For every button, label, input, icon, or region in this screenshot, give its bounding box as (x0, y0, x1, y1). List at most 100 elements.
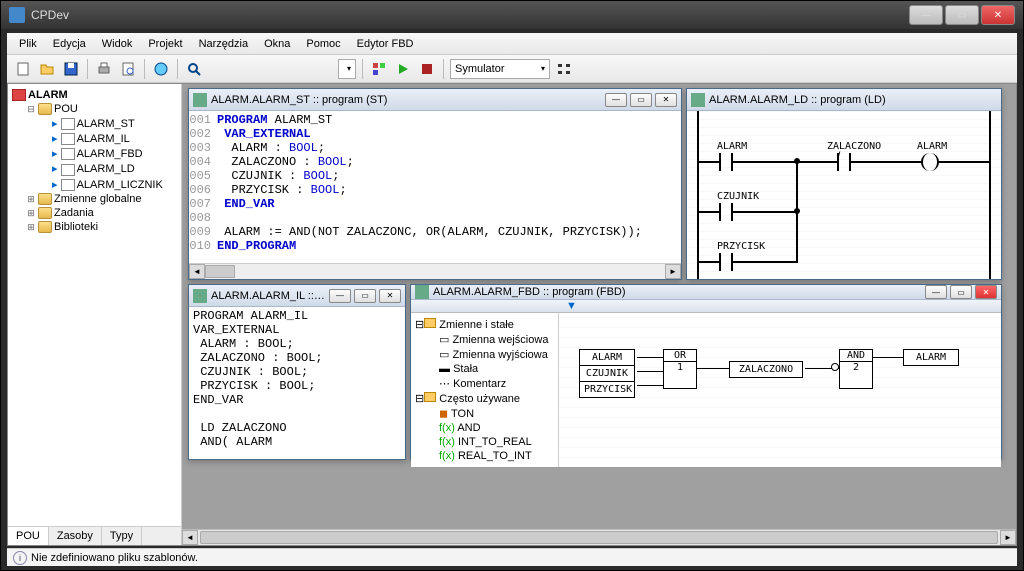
close-icon[interactable]: ✕ (379, 289, 401, 303)
menu-widok[interactable]: Widok (94, 36, 141, 52)
menu-edycja[interactable]: Edycja (45, 36, 94, 52)
fbd-toolbar: ▼ (411, 300, 1001, 313)
folder-icon (38, 103, 52, 115)
minimize-icon[interactable]: — (605, 93, 627, 107)
status-text: Nie zdefiniowano pliku szablonów. (31, 552, 198, 564)
project-icon (12, 89, 26, 101)
minimize-icon[interactable]: — (329, 289, 351, 303)
fbd-var[interactable]: CZUJNIK (579, 365, 635, 382)
window-icon (415, 285, 429, 299)
il-editor[interactable]: PROGRAM ALARM_IL VAR_EXTERNAL ALARM : BO… (189, 307, 405, 459)
doc-icon (61, 133, 75, 145)
expand-icon[interactable]: ⊞ (24, 194, 38, 205)
main-window: CPDev — ▭ ✕ Plik Edycja Widok Projekt Na… (0, 0, 1024, 571)
close-button[interactable]: ✕ (981, 5, 1015, 25)
fbd-var[interactable]: ALARM (903, 349, 959, 366)
menu-pomoc[interactable]: Pomoc (298, 36, 348, 52)
app-icon (9, 7, 25, 23)
new-file-icon[interactable] (12, 58, 34, 80)
tree-item[interactable]: ALARM_LICZNIK (77, 179, 163, 191)
tree-item[interactable]: ALARM_IL (77, 133, 130, 145)
stop-icon[interactable] (416, 58, 438, 80)
fbd-var[interactable]: ALARM (579, 349, 635, 366)
maximize-button[interactable]: ▭ (945, 5, 979, 25)
scroll-thumb[interactable] (200, 531, 998, 544)
tree-root[interactable]: ALARM (28, 89, 68, 101)
run-icon[interactable] (392, 58, 414, 80)
fbd-var[interactable]: ZALACZONO (729, 361, 803, 378)
scroll-right-icon[interactable]: ► (1000, 530, 1016, 545)
tree-item[interactable]: ALARM_FBD (77, 148, 143, 160)
window-title: ALARM.ALARM_IL ::… (211, 290, 326, 302)
print-icon[interactable] (93, 58, 115, 80)
window-il[interactable]: ALARM.ALARM_IL ::… — ▭ ✕ PROGRAM ALARM_I… (188, 284, 406, 460)
fbd-block-or[interactable]: OR 1 (663, 349, 697, 389)
window-ld[interactable]: ALARM.ALARM_LD :: program (LD) ALARM ZAL… (686, 88, 1002, 280)
folder-icon (38, 207, 52, 219)
mdi-scrollbar[interactable]: ◄ ► (182, 529, 1016, 545)
simulator-dropdown[interactable]: Symulator▾ (450, 59, 550, 79)
tree-pou[interactable]: POU (54, 103, 78, 115)
scrollbar-horizontal[interactable]: ◄ ► (189, 263, 681, 279)
config-icon[interactable] (553, 58, 575, 80)
doc-icon (61, 164, 75, 176)
tree-item[interactable]: ALARM_LD (77, 163, 135, 175)
window-st[interactable]: ALARM.ALARM_ST :: program (ST) — ▭ ✕ 001… (188, 88, 682, 280)
tab-pou[interactable]: POU (8, 527, 49, 545)
menu-edytor-fbd[interactable]: Edytor FBD (349, 36, 422, 52)
window-titlebar[interactable]: ALARM.ALARM_FBD :: program (FBD) — ▭ ✕ (411, 285, 1001, 300)
menu-projekt[interactable]: Projekt (140, 36, 190, 52)
expand-icon[interactable]: ⊞ (24, 222, 38, 233)
close-icon[interactable]: ✕ (655, 93, 677, 107)
fbd-var[interactable]: PRZYCISK (579, 381, 635, 398)
maximize-icon[interactable]: ▭ (354, 289, 376, 303)
window-icon (193, 93, 207, 107)
menu-narzedzia[interactable]: Narzędzia (191, 36, 257, 52)
project-panel: ALARM ⊟POU ▸ ALARM_ST ▸ ALARM_IL ▸ ALARM… (8, 84, 182, 545)
mdi-area: ALARM.ALARM_ST :: program (ST) — ▭ ✕ 001… (182, 84, 1016, 545)
menu-okna[interactable]: Okna (256, 36, 298, 52)
doc-icon (61, 179, 75, 191)
save-icon[interactable] (60, 58, 82, 80)
scroll-left-icon[interactable]: ◄ (189, 264, 205, 279)
window-titlebar[interactable]: ALARM.ALARM_ST :: program (ST) — ▭ ✕ (189, 89, 681, 111)
project-tree[interactable]: ALARM ⊟POU ▸ ALARM_ST ▸ ALARM_IL ▸ ALARM… (8, 84, 181, 526)
toolbar-dropdown-1[interactable]: ▾ (338, 59, 356, 79)
ld-editor[interactable]: ALARM ZALACZONO / ALARM (687, 111, 1001, 279)
tab-zasoby[interactable]: Zasoby (49, 527, 102, 545)
tree-tasks[interactable]: Zadania (54, 207, 94, 219)
print-preview-icon[interactable] (117, 58, 139, 80)
window-titlebar[interactable]: ALARM.ALARM_LD :: program (LD) (687, 89, 1001, 111)
menu-plik[interactable]: Plik (11, 36, 45, 52)
minimize-icon[interactable]: — (925, 285, 947, 299)
tree-libs[interactable]: Biblioteki (54, 221, 98, 233)
tree-globals[interactable]: Zmienne globalne (54, 193, 141, 205)
scroll-left-icon[interactable]: ◄ (182, 530, 198, 545)
open-folder-icon[interactable] (36, 58, 58, 80)
maximize-icon[interactable]: ▭ (630, 93, 652, 107)
fbd-block-and[interactable]: AND 2 (839, 349, 873, 389)
window-title: ALARM.ALARM_FBD :: program (FBD) (433, 286, 922, 298)
toolbar: ▾ Symulator▾ (7, 55, 1017, 83)
globe-icon[interactable] (150, 58, 172, 80)
zoom-icon[interactable] (183, 58, 205, 80)
titlebar[interactable]: CPDev — ▭ ✕ (1, 1, 1023, 29)
maximize-icon[interactable]: ▭ (950, 285, 972, 299)
fbd-block-tree[interactable]: ⊟ Zmienne i stałe ▭ Zmienna wejściowa ▭ … (411, 313, 559, 467)
doc-icon (61, 118, 75, 130)
tab-typy[interactable]: Typy (102, 527, 142, 545)
fbd-canvas[interactable]: ALARM CZUJNIK PRZYCISK OR 1 ZALACZONO (559, 313, 1001, 467)
close-icon[interactable]: ✕ (975, 285, 997, 299)
info-icon: i (13, 551, 27, 565)
tree-item[interactable]: ALARM_ST (77, 118, 135, 130)
expand-icon[interactable]: ⊞ (24, 208, 38, 219)
st-editor[interactable]: 001PROGRAM ALARM_ST002 VAR_EXTERNAL003 A… (189, 111, 681, 263)
build-icon[interactable] (368, 58, 390, 80)
doc-icon (61, 148, 75, 160)
scroll-thumb[interactable] (205, 265, 235, 278)
scroll-right-icon[interactable]: ► (665, 264, 681, 279)
window-fbd[interactable]: ALARM.ALARM_FBD :: program (FBD) — ▭ ✕ ▼… (410, 284, 1002, 460)
minimize-button[interactable]: — (909, 5, 943, 25)
window-titlebar[interactable]: ALARM.ALARM_IL ::… — ▭ ✕ (189, 285, 405, 307)
expand-icon[interactable]: ⊟ (24, 104, 38, 115)
